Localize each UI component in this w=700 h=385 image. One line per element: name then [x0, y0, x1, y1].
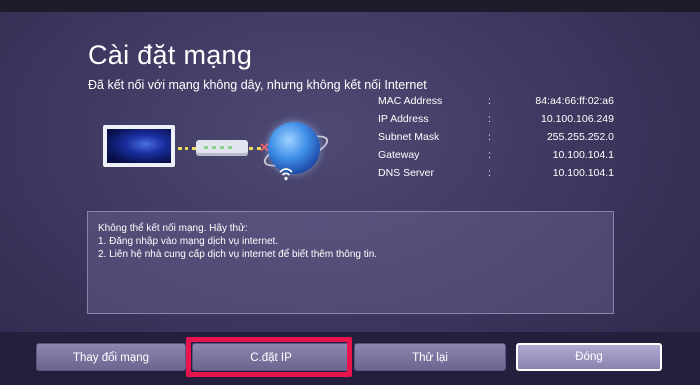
- retry-button[interactable]: Thử lại: [354, 343, 506, 371]
- info-value: 10.100.104.1: [552, 149, 614, 161]
- info-label: IP Address: [378, 113, 429, 125]
- info-separator: :: [488, 95, 491, 107]
- wifi-icon: [279, 168, 293, 181]
- info-row-mac: MAC Address : 84:a4:66:ff:02:a6: [378, 95, 614, 108]
- info-separator: :: [488, 167, 491, 179]
- screen-bezel: [0, 0, 700, 12]
- connection-line: [178, 147, 196, 150]
- info-value: 10.100.106.249: [541, 113, 614, 125]
- message-line: Không thể kết nối mạng. Hãy thử:: [98, 223, 248, 234]
- info-value: 10.100.104.1: [552, 167, 614, 179]
- info-separator: :: [488, 113, 491, 125]
- info-label: Gateway: [378, 149, 420, 161]
- error-message-panel: Không thể kết nối mạng. Hãy thử: 1. Đăng…: [87, 211, 614, 314]
- info-label: DNS Server: [378, 167, 435, 179]
- info-row-ip: IP Address : 10.100.106.249: [378, 113, 614, 126]
- close-button[interactable]: Đóng: [516, 343, 662, 371]
- connection-status-text: Đã kết nối với mạng không dây, nhưng khô…: [88, 78, 427, 92]
- info-separator: :: [488, 149, 491, 161]
- tv-icon: [103, 125, 175, 167]
- message-line: 1. Đăng nhập vào mạng dịch vụ internet.: [98, 236, 279, 247]
- info-label: Subnet Mask: [378, 131, 440, 143]
- page-title: Cài đặt mạng: [88, 40, 253, 70]
- info-value: 84:a4:66:ff:02:a6: [535, 95, 614, 107]
- ip-settings-highlight: [186, 337, 352, 377]
- info-row-gateway: Gateway : 10.100.104.1: [378, 149, 614, 162]
- change-network-button[interactable]: Thay đổi mạng: [36, 343, 186, 371]
- info-row-subnet: Subnet Mask : 255.255.252.0: [378, 131, 614, 144]
- info-label: MAC Address: [378, 95, 443, 107]
- message-line: 2. Liên hệ nhà cung cấp dịch vụ internet…: [98, 249, 378, 260]
- info-value: 255.255.252.0: [546, 131, 614, 143]
- info-row-dns: DNS Server : 10.100.104.1: [378, 167, 614, 180]
- router-icon: [196, 140, 248, 156]
- info-separator: :: [488, 131, 491, 143]
- globe-icon: [268, 122, 320, 174]
